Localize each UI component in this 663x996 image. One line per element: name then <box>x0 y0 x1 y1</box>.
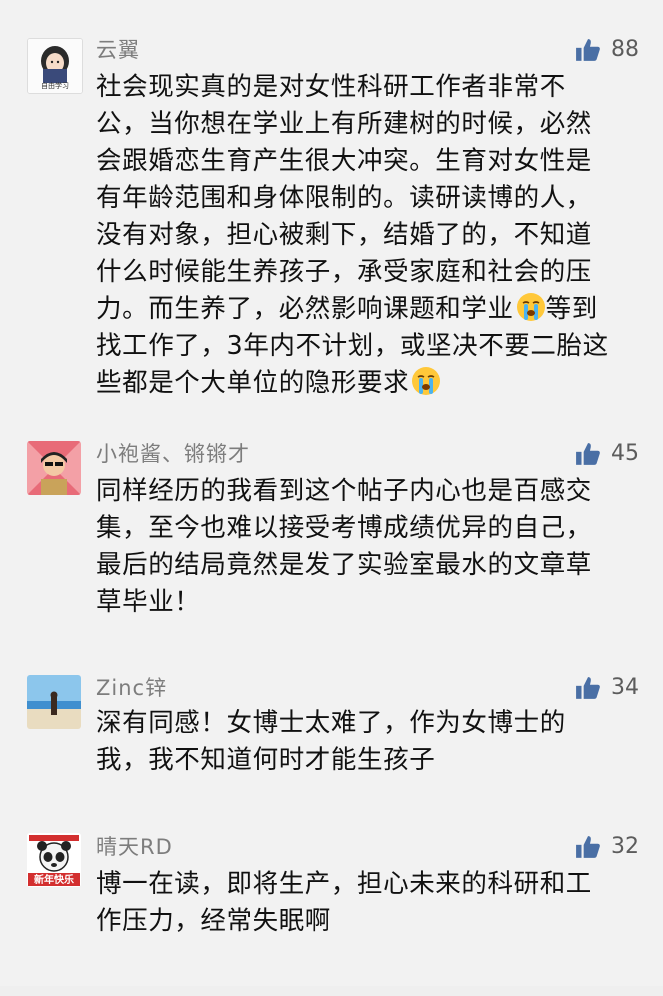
comment-fragment: 力。而生养了，必然影响课题和学业 <box>96 294 514 324</box>
comment-line: 我，我不知道何时才能生孩子 <box>96 745 436 775</box>
comment-line: 集，至今也难以接受考博成绩优异的自己， <box>96 513 592 543</box>
thumbs-up-icon <box>576 443 600 465</box>
comment-line: 有年龄范围和身体限制的。读研读博的人， <box>96 183 592 213</box>
thumbs-up-icon <box>576 39 600 61</box>
comment-text: 同样经历的我看到这个帖子内心也是百感交 集，至今也难以接受考博成绩优异的自己， … <box>96 473 636 621</box>
like-button[interactable]: 45 <box>575 440 639 468</box>
crying-face-icon <box>516 293 545 321</box>
comment-text: 深有同感！女博士太难了，作为女博士的 我，我不知道何时才能生孩子 <box>96 705 636 779</box>
comment-line: 同样经历的我看到这个帖子内心也是百感交 <box>96 476 592 506</box>
avatar[interactable]: 新年快乐 <box>27 833 81 887</box>
avatar[interactable]: 自由学习 <box>27 38 83 94</box>
comment-line: 公，当你想在学业上有所建树的时候，必然 <box>96 109 592 139</box>
comment-text: 博一在读，即将生产，担心未来的科研和工 作压力，经常失眠啊 <box>96 866 636 940</box>
comment-text: 社会现实真的是对女性科研工作者非常不 公，当你想在学业上有所建树的时候，必然 会… <box>96 69 636 402</box>
comment-author[interactable]: 小袍酱、锵锵才 <box>96 440 250 468</box>
thumbs-up-icon <box>576 836 600 858</box>
comment-author[interactable]: Zinc锌 <box>96 674 167 702</box>
like-button[interactable]: 32 <box>575 833 639 861</box>
comment-line: 草毕业！ <box>96 587 201 617</box>
comment-line: 社会现实真的是对女性科研工作者非常不 <box>96 72 566 102</box>
comment-line: 最后的结局竟然是发了实验室最水的文章草 <box>96 550 592 580</box>
like-count: 45 <box>611 441 639 466</box>
comment-fragment: 些都是个大单位的隐形要求 <box>96 368 410 398</box>
avatar-beach-icon <box>27 675 81 729</box>
thumbs-up-icon <box>576 677 600 699</box>
comment-line: 什么时候能生养孩子，承受家庭和社会的压 <box>96 257 592 287</box>
like-count: 88 <box>611 37 639 62</box>
like-button[interactable]: 34 <box>575 674 639 702</box>
next-comment-edge <box>0 986 663 996</box>
comment-line: 深有同感！女博士太难了，作为女博士的 <box>96 708 566 738</box>
like-count: 34 <box>611 675 639 700</box>
avatar-caption: 新年快乐 <box>34 875 74 886</box>
avatar[interactable] <box>27 675 81 729</box>
comment-author[interactable]: 晴天RD <box>96 833 173 861</box>
comment-line: 作压力，经常失眠啊 <box>96 906 331 936</box>
like-count: 32 <box>611 834 639 859</box>
comment-line: 没有对象，担心被剩下，结婚了的，不知道 <box>96 220 592 250</box>
comment-author[interactable]: 云翼 <box>96 36 140 64</box>
avatar[interactable] <box>27 441 81 495</box>
crying-face-icon <box>412 367 441 395</box>
like-button[interactable]: 88 <box>575 36 639 64</box>
comment-line: 力。而生养了，必然影响课题和学业 等到 <box>96 291 636 328</box>
comment-line: 博一在读，即将生产，担心未来的科研和工 <box>96 869 592 899</box>
comment-line: 找工作了，3年内不计划，或坚决不要二胎这 <box>96 331 609 361</box>
avatar-cartoon-icon <box>27 441 81 495</box>
comment-fragment: 等到 <box>545 294 598 324</box>
comment-line: 会跟婚恋生育产生很大冲突。生育对女性是 <box>96 146 592 176</box>
comment-line: 些都是个大单位的隐形要求 <box>96 365 636 402</box>
avatar-caption: 自由学习 <box>41 82 69 90</box>
